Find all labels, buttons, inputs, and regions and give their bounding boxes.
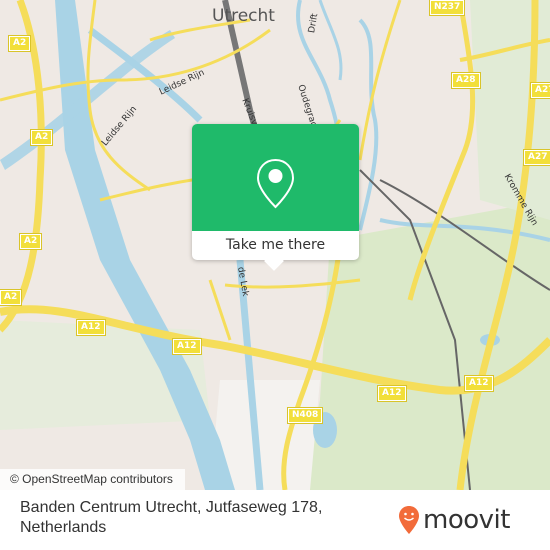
footer: Banden Centrum Utrecht, Jutfaseweg 178, … — [0, 490, 550, 550]
road-shield: A27 — [530, 82, 550, 99]
take-me-there-button[interactable]: Take me there — [192, 231, 359, 260]
logo-text: moovit — [423, 505, 510, 535]
moovit-pin-icon — [399, 506, 419, 534]
road-shield: A2 — [7, 35, 32, 52]
city-label: Utrecht — [212, 6, 275, 26]
location-pin-icon — [256, 158, 295, 209]
map-view[interactable]: Utrecht Leidse Rijn Leidse Rijn Kruisvaa… — [0, 0, 550, 490]
map-attribution[interactable]: © OpenStreetMap contributors — [0, 469, 185, 490]
road-shield: A12 — [464, 375, 494, 392]
address-line-1: Banden Centrum Utrecht, Jutfaseweg 178, — [20, 499, 323, 516]
road-shield: A12 — [172, 338, 202, 355]
road-shield: A2 — [29, 129, 54, 146]
popup-header — [192, 124, 359, 231]
road-shield: N237 — [428, 0, 466, 16]
road-shield: A2 — [18, 233, 43, 250]
road-shield: A28 — [451, 72, 481, 89]
road-shield: A12 — [377, 385, 407, 402]
road-shield: N408 — [286, 407, 324, 424]
road-shield: A27 — [523, 149, 550, 166]
address-text: Banden Centrum Utrecht, Jutfaseweg 178, … — [20, 498, 322, 538]
address-line-2: Netherlands — [20, 519, 107, 536]
road-shield: A2 — [0, 289, 23, 306]
road-shield: A12 — [76, 319, 106, 336]
location-popup: Take me there — [192, 124, 359, 271]
moovit-logo[interactable]: moovit — [398, 500, 510, 540]
